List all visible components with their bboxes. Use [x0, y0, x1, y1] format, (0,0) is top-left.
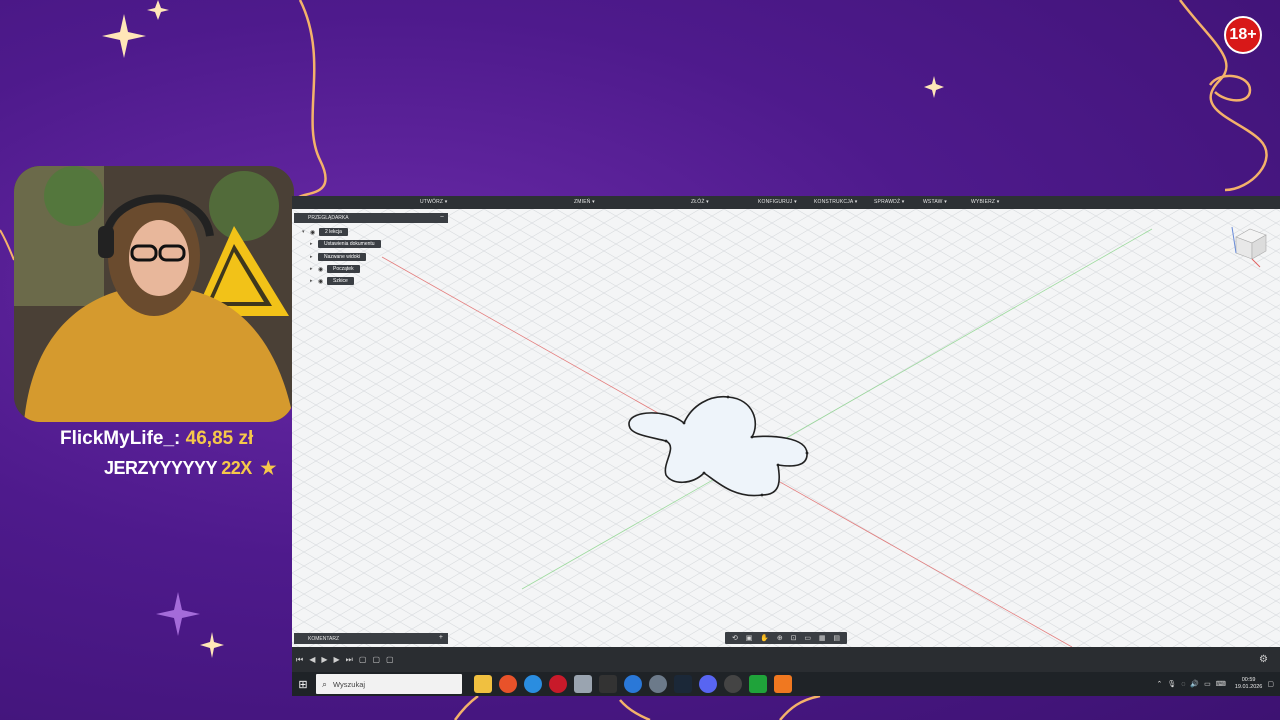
timeline-feature-icon[interactable]: ▢: [386, 655, 394, 664]
collapse-icon[interactable]: ▾: [302, 229, 310, 235]
timeline-feature-icon[interactable]: ▢: [372, 655, 380, 664]
tree-item[interactable]: ▸ Ustawienia dokumentu: [310, 240, 381, 248]
sub-name: JERZYYYYYY: [104, 458, 217, 478]
battery-icon[interactable]: ▭: [1204, 680, 1211, 688]
tree-root[interactable]: ▾ ◉ 2 lekcja: [302, 228, 348, 236]
pan-icon[interactable]: ✋: [760, 634, 769, 642]
plus-icon[interactable]: +: [439, 634, 443, 641]
gear-icon[interactable]: ⚙: [1259, 654, 1268, 665]
eye-icon[interactable]: ◉: [318, 266, 327, 273]
taskbar-search-input[interactable]: ⌕ Wyszukaj: [316, 674, 462, 694]
tree-item[interactable]: ▸ Nazwane widoki: [310, 253, 367, 261]
eye-icon[interactable]: ◉: [310, 229, 319, 236]
donation-amount: 46,85 zł: [185, 428, 254, 449]
display-icon[interactable]: ▭: [804, 634, 811, 642]
discord-icon[interactable]: [699, 675, 717, 693]
file-explorer-icon[interactable]: [474, 675, 492, 693]
tree-item-label: Szkice: [327, 277, 354, 285]
donor-name: FlickMyLife_:: [60, 428, 181, 449]
age-rating-badge: 18+: [1224, 16, 1262, 54]
camera-icon[interactable]: ▣: [746, 634, 753, 642]
menu-sprawdz[interactable]: SPRAWDŹ ▾: [874, 199, 905, 205]
volume-icon[interactable]: 🔊: [1190, 680, 1199, 688]
expand-icon[interactable]: ▸: [310, 278, 318, 284]
webcam-feed: [14, 166, 294, 422]
steam-icon[interactable]: [674, 675, 692, 693]
expand-icon[interactable]: ▸: [310, 254, 318, 260]
spreadsheet-icon[interactable]: [749, 675, 767, 693]
streamer-illustration: [14, 166, 294, 422]
menu-wstaw[interactable]: WSTAW ▾: [923, 199, 947, 205]
cad-toolbar: UTWÓRZ ▾ ZMIEŃ ▾ ZŁÓŻ ▾ KONFIGURUJ ▾ KON…: [292, 196, 1280, 209]
obs-icon[interactable]: [599, 675, 617, 693]
timeline-bar: ⏮ ◀ ▶ ▶ ⏭ ▢ ▢ ▢ ⚙: [292, 647, 1280, 672]
windows-start-icon[interactable]: ⊞: [292, 672, 314, 696]
first-frame-icon[interactable]: ⏮: [296, 655, 303, 665]
menu-wybierz[interactable]: WYBIERZ ▾: [971, 199, 999, 205]
eye-icon[interactable]: ◉: [318, 278, 327, 285]
windows-taskbar: ⊞ ⌕ Wyszukaj ⌃ 🎙 ◌ 🔊 ▭ ⌨ 00:59 19.01.202…: [292, 672, 1280, 696]
minimize-icon[interactable]: −: [440, 214, 444, 221]
fusion-app-icon[interactable]: [774, 675, 792, 693]
keyboard-icon[interactable]: ⌨: [1216, 680, 1226, 688]
app-icon[interactable]: [624, 675, 642, 693]
search-icon: ⌕: [322, 678, 328, 689]
zoom-icon[interactable]: ⊕: [777, 634, 783, 642]
menu-zmien[interactable]: ZMIEŃ ▾: [574, 199, 595, 205]
tree-item-label: Nazwane widoki: [318, 253, 367, 261]
last-frame-icon[interactable]: ⏭: [346, 655, 353, 665]
menu-zloz[interactable]: ZŁÓŻ ▾: [691, 199, 709, 205]
menu-konstrukcja[interactable]: KONSTRUKCJA ▾: [814, 199, 857, 205]
comments-panel-header[interactable]: KOMENTARZ +: [294, 633, 448, 644]
timeline-feature-icon[interactable]: ▢: [359, 655, 367, 664]
grid-icon[interactable]: ▦: [819, 634, 826, 642]
cad-window: UTWÓRZ ▾ ZMIEŃ ▾ ZŁÓŻ ▾ KONFIGURUJ ▾ KON…: [292, 196, 1280, 672]
clock-date: 19.01.2026: [1234, 684, 1263, 690]
system-tray: ⌃ 🎙 ◌ 🔊 ▭ ⌨ 00:59 19.01.2026 ▢: [1156, 672, 1280, 696]
tree-root-label: 2 lekcja: [319, 228, 348, 236]
play-icon[interactable]: ▶: [321, 655, 327, 664]
comments-title: KOMENTARZ: [308, 635, 340, 642]
clock[interactable]: 00:59 19.01.2026: [1235, 677, 1263, 691]
star-icon: ★: [260, 458, 276, 478]
prev-frame-icon[interactable]: ◀: [309, 655, 315, 664]
browser-title: PRZEGLĄDARKA: [308, 215, 349, 221]
tree-item-label: Początek: [327, 265, 360, 273]
notifications-icon[interactable]: ▢: [1267, 680, 1274, 688]
opera-browser-icon[interactable]: [549, 675, 567, 693]
clock-time: 00:59: [1241, 677, 1256, 683]
menu-konfiguruj[interactable]: KONFIGURUJ ▾: [758, 199, 797, 205]
app-icon[interactable]: [724, 675, 742, 693]
browser-panel-header[interactable]: PRZEGLĄDARKA −: [294, 213, 448, 223]
expand-icon[interactable]: ▸: [310, 241, 318, 247]
app-icon[interactable]: [574, 675, 592, 693]
edge-browser-icon[interactable]: [524, 675, 542, 693]
sub-count: 22X: [221, 458, 252, 478]
app-icon[interactable]: [649, 675, 667, 693]
menu-utworz[interactable]: UTWÓRZ ▾: [420, 199, 447, 205]
navigation-toolbar: ⟲ ▣ ✋ ⊕ ⊡ ▭ ▦ ▤: [725, 632, 847, 644]
microphone-icon[interactable]: 🎙: [1167, 680, 1176, 688]
sub-alert: JERZYYYYYY 22X ★: [104, 458, 276, 479]
expand-icon[interactable]: ▸: [310, 266, 318, 272]
donation-alert: FlickMyLife_: 46,85 zł: [60, 428, 253, 450]
tree-item-label: Ustawienia dokumentu: [318, 240, 381, 248]
tree-item[interactable]: ▸ ◉ Szkice: [310, 277, 354, 285]
fit-icon[interactable]: ⊡: [791, 634, 797, 642]
brave-browser-icon[interactable]: [499, 675, 517, 693]
cad-viewport[interactable]: [292, 209, 1280, 647]
tree-item[interactable]: ▸ ◉ Początek: [310, 265, 360, 273]
network-icon[interactable]: ◌: [1181, 681, 1185, 688]
orbit-icon[interactable]: ⟲: [732, 634, 738, 642]
search-placeholder: Wyszukaj: [333, 679, 366, 689]
next-frame-icon[interactable]: ▶: [334, 655, 340, 664]
viewports-icon[interactable]: ▤: [833, 634, 840, 642]
chevron-up-icon[interactable]: ⌃: [1156, 680, 1162, 688]
